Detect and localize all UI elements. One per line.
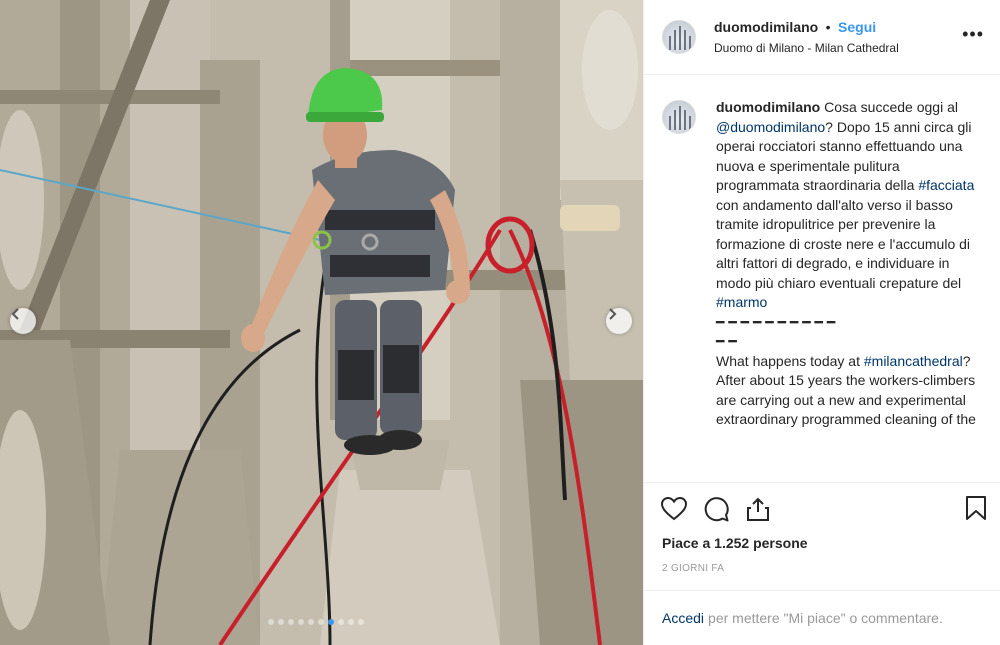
caption-divider: ━ ━ ━ ━ ━ ━ ━ ━ ━ ━ (716, 313, 836, 330)
username-link[interactable]: duomodimilano (714, 19, 818, 35)
carousel-dot (338, 619, 344, 625)
login-link[interactable]: Accedi (662, 610, 704, 626)
action-bar (644, 483, 1000, 535)
separator-dot: • (825, 19, 831, 35)
carousel-dot (348, 619, 354, 625)
post-photo[interactable] (0, 0, 643, 645)
caption-username-link[interactable]: duomodimilano (716, 99, 820, 115)
avatar[interactable] (662, 20, 696, 54)
post-header: duomodimilano • Segui Duomo di Milano - … (644, 0, 1000, 75)
carousel-dot (288, 619, 294, 625)
hashtag-link[interactable]: #milancathedral (864, 353, 963, 369)
prev-slide-button[interactable] (10, 308, 36, 334)
save-button[interactable] (965, 495, 987, 526)
more-options-icon[interactable]: ••• (962, 25, 984, 43)
post-actions-section: Piace a 1.252 persone 2 GIORNI FA (644, 482, 1000, 574)
caption-text: Cosa succede oggi al (820, 99, 958, 115)
chevron-left-icon (11, 308, 19, 320)
likes-count[interactable]: Piace a 1.252 persone (644, 535, 1000, 551)
heart-icon (661, 497, 687, 521)
carousel-dot (358, 619, 364, 625)
chevron-right-icon (609, 308, 617, 320)
location-link[interactable]: Duomo di Milano - Milan Cathedral (714, 41, 899, 55)
post-sidebar: duomodimilano • Segui Duomo di Milano - … (643, 0, 1000, 645)
carousel-dot (268, 619, 274, 625)
carousel-indicator (268, 619, 364, 625)
login-prompt: Accedi per mettere "Mi piace" o commenta… (644, 590, 1000, 645)
post-timestamp[interactable]: 2 GIORNI FA (644, 563, 1000, 574)
like-button[interactable] (660, 495, 688, 523)
login-prompt-text: per mettere "Mi piace" o commentare. (708, 610, 943, 626)
comment-icon (704, 497, 729, 522)
caption-text: con andamento dall'alto verso il basso t… (716, 196, 971, 291)
carousel-dot (308, 619, 314, 625)
share-button[interactable] (744, 495, 772, 523)
carousel-dot (318, 619, 324, 625)
carousel-dot (278, 619, 284, 625)
follow-button[interactable]: Segui (838, 19, 876, 35)
caption-avatar[interactable] (662, 100, 696, 134)
caption-divider: ━ ━ (716, 333, 737, 349)
carousel-dot (298, 619, 304, 625)
share-icon (747, 497, 769, 521)
mention-link[interactable]: @duomodimilano (716, 119, 825, 135)
caption-scroll-area[interactable]: duomodimilano Cosa succede oggi al @duom… (662, 90, 982, 480)
hashtag-link[interactable]: #marmo (716, 294, 767, 310)
caption-text: What happens today at (716, 352, 864, 369)
next-slide-button[interactable] (606, 308, 632, 334)
hashtag-link[interactable]: #facciata (918, 177, 974, 193)
post-caption: duomodimilano Cosa succede oggi al @duom… (716, 98, 978, 430)
cathedral-climber-image (0, 0, 643, 645)
carousel-dot (328, 619, 334, 625)
bookmark-icon (966, 496, 986, 520)
comment-button[interactable] (702, 495, 730, 523)
